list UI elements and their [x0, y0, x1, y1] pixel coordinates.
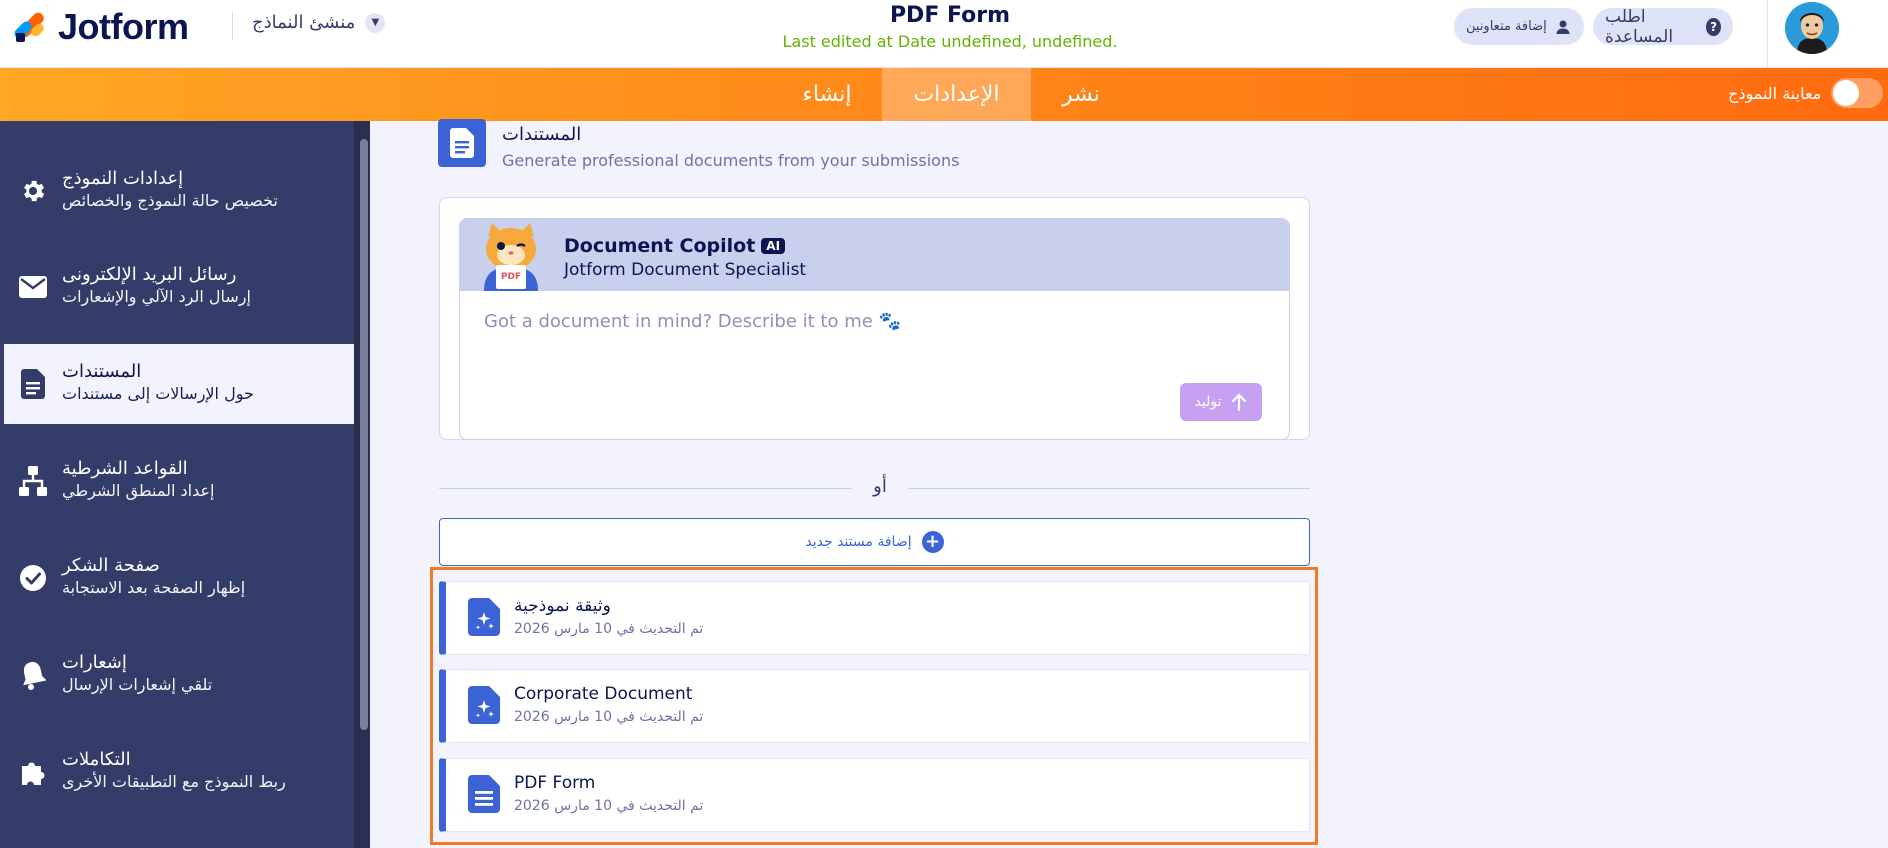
sidebar-scrollbar-thumb[interactable]	[360, 139, 368, 730]
help-label: اطلب المساعدة	[1605, 6, 1674, 47]
sidebar-item-conditions[interactable]: القواعد الشرطية إعداد المنطق الشرطي	[4, 441, 354, 521]
sidebar-item-title: صفحة الشكر	[62, 555, 160, 576]
check-circle-icon	[18, 563, 48, 593]
builder-label: منشئ النماذج	[252, 12, 356, 33]
avatar[interactable]	[1785, 2, 1839, 54]
sparkle-doc-icon	[468, 686, 500, 724]
document-name: PDF Form	[514, 773, 596, 793]
copilot-header: PDF Document Copilot AI Jotform Document…	[460, 219, 1289, 291]
sidebar-item-notifications[interactable]: إشعارات تلقي إشعارات الإرسال	[4, 635, 354, 715]
or-divider-right	[908, 488, 1310, 489]
copilot-prompt-input[interactable]: Got a document in mind? Describe it to m…	[484, 311, 901, 332]
document-item[interactable]: PDF Form تم التحديث في 10 مارس 2026	[439, 758, 1310, 832]
bell-icon	[18, 660, 48, 690]
document-updated: تم التحديث في 10 مارس 2026	[514, 621, 704, 637]
sidebar-item-form-settings[interactable]: إعدادات النموذج تخصيص حالة النموذج والخص…	[4, 151, 354, 231]
copilot-chat-box: PDF Document Copilot AI Jotform Document…	[459, 218, 1290, 440]
puzzle-icon	[18, 757, 48, 787]
sidebar-item-subtitle: حول الإرسالات إلى مستندات	[62, 384, 254, 403]
tab-publish[interactable]: نشر	[1036, 68, 1126, 121]
arrow-up-icon	[1232, 393, 1247, 411]
sidebar-item-subtitle: تخصيص حالة النموذج والخصائص	[62, 191, 278, 210]
sidebar-item-subtitle: إظهار الصفحة بعد الاستجابة	[62, 578, 246, 597]
add-collaborators-button[interactable]: إضافة متعاونين	[1454, 8, 1584, 45]
preview-toggle[interactable]	[1831, 78, 1884, 108]
document-updated: تم التحديث في 10 مارس 2026	[514, 798, 704, 814]
form-title-block: PDF Form Last edited at Date undefined, …	[700, 3, 1200, 51]
document-name: Corporate Document	[514, 684, 693, 704]
sidebar-item-subtitle: إرسال الرد الآلي والإشعارات	[62, 287, 251, 306]
sidebar-item-integrations[interactable]: التكاملات ربط النموذج مع التطبيقات الأخر…	[4, 732, 354, 812]
envelope-icon	[18, 272, 48, 302]
sidebar-item-title: القواعد الشرطية	[62, 458, 188, 479]
document-copilot-card: PDF Document Copilot AI Jotform Document…	[439, 197, 1310, 440]
cat-mascot-icon: PDF	[484, 223, 538, 291]
header-divider	[232, 12, 233, 40]
section-title: المستندات	[502, 124, 582, 145]
add-document-label: إضافة مستند جديد	[805, 534, 912, 550]
header-separator	[1767, 0, 1768, 68]
sidebar-item-subtitle: إعداد المنطق الشرطي	[62, 481, 215, 500]
tab-create[interactable]: إنشاء	[777, 68, 877, 121]
get-help-button[interactable]: اطلب المساعدة ?	[1593, 6, 1733, 47]
copilot-subtitle: Jotform Document Specialist	[564, 260, 807, 280]
or-divider-left	[439, 488, 852, 489]
collab-label: إضافة متعاونين	[1466, 19, 1547, 34]
top-header: Jotform منشئ النماذج ▼ PDF Form Last edi…	[0, 0, 1888, 68]
sidebar-item-title: التكاملات	[62, 749, 131, 770]
builder-tabs-bar: إنشاء الإعدادات نشر معاينة النموذج	[0, 68, 1888, 121]
document-icon	[438, 119, 486, 167]
jotform-logo[interactable]: Jotform	[12, 6, 189, 48]
copilot-title: Document Copilot	[564, 235, 756, 257]
sidebar-item-subtitle: تلقي إشعارات الإرسال	[62, 675, 213, 694]
sidebar-item-title: المستندات	[62, 361, 142, 382]
conditions-icon	[18, 466, 48, 496]
section-subtitle: Generate professional documents from you…	[502, 151, 960, 170]
add-new-document-button[interactable]: إضافة مستند جديد +	[439, 518, 1310, 566]
or-label: أو	[873, 476, 887, 497]
sidebar-item-documents[interactable]: المستندات حول الإرسالات إلى مستندات	[4, 344, 354, 424]
logo-text: Jotform	[58, 6, 189, 47]
chevron-down-icon: ▼	[365, 12, 386, 33]
document-icon	[18, 369, 48, 399]
document-name: وثيقة نموذجية	[514, 596, 611, 616]
sidebar-item-subtitle: ربط النموذج مع التطبيقات الأخرى	[62, 772, 286, 791]
form-preview-toggle-group: معاينة النموذج	[1728, 78, 1884, 108]
question-icon: ?	[1706, 17, 1721, 36]
document-item[interactable]: وثيقة نموذجية تم التحديث في 10 مارس 2026	[439, 581, 1310, 655]
sidebar-item-thank-you-page[interactable]: صفحة الشكر إظهار الصفحة بعد الاستجابة	[4, 538, 354, 618]
document-updated: تم التحديث في 10 مارس 2026	[514, 709, 704, 725]
form-builder-dropdown[interactable]: منشئ النماذج ▼	[252, 12, 386, 33]
ai-badge: AI	[761, 238, 786, 254]
preview-label: معاينة النموذج	[1728, 83, 1822, 103]
plus-circle-icon: +	[921, 531, 944, 553]
form-title[interactable]: PDF Form	[700, 3, 1200, 28]
sidebar-item-title: إعدادات النموذج	[62, 168, 184, 189]
jotform-logo-icon	[12, 10, 48, 44]
lines-doc-icon	[468, 775, 500, 813]
documents-panel: المستندات Generate professional document…	[370, 119, 1888, 848]
user-icon	[1556, 20, 1570, 34]
document-item[interactable]: Corporate Document تم التحديث في 10 مارس…	[439, 669, 1310, 743]
tab-settings[interactable]: الإعدادات	[882, 68, 1031, 121]
generate-label: توليد	[1194, 394, 1222, 410]
sidebar-item-title: إشعارات	[62, 652, 127, 673]
settings-sidebar: إعدادات النموذج تخصيص حالة النموذج والخص…	[0, 121, 370, 848]
sidebar-item-emails[interactable]: رسائل البريد الإلكترونى إرسال الرد الآلي…	[4, 247, 354, 327]
gear-icon	[18, 176, 48, 206]
avatar-face-icon	[1786, 2, 1838, 54]
sparkle-doc-icon	[468, 598, 500, 636]
last-edited-status: Last edited at Date undefined, undefined…	[782, 32, 1118, 51]
copilot-title-row: Document Copilot AI	[564, 235, 786, 257]
sidebar-item-title: رسائل البريد الإلكترونى	[62, 264, 237, 285]
generate-button[interactable]: توليد	[1180, 383, 1262, 421]
mascot-pdf-label: PDF	[501, 272, 521, 282]
